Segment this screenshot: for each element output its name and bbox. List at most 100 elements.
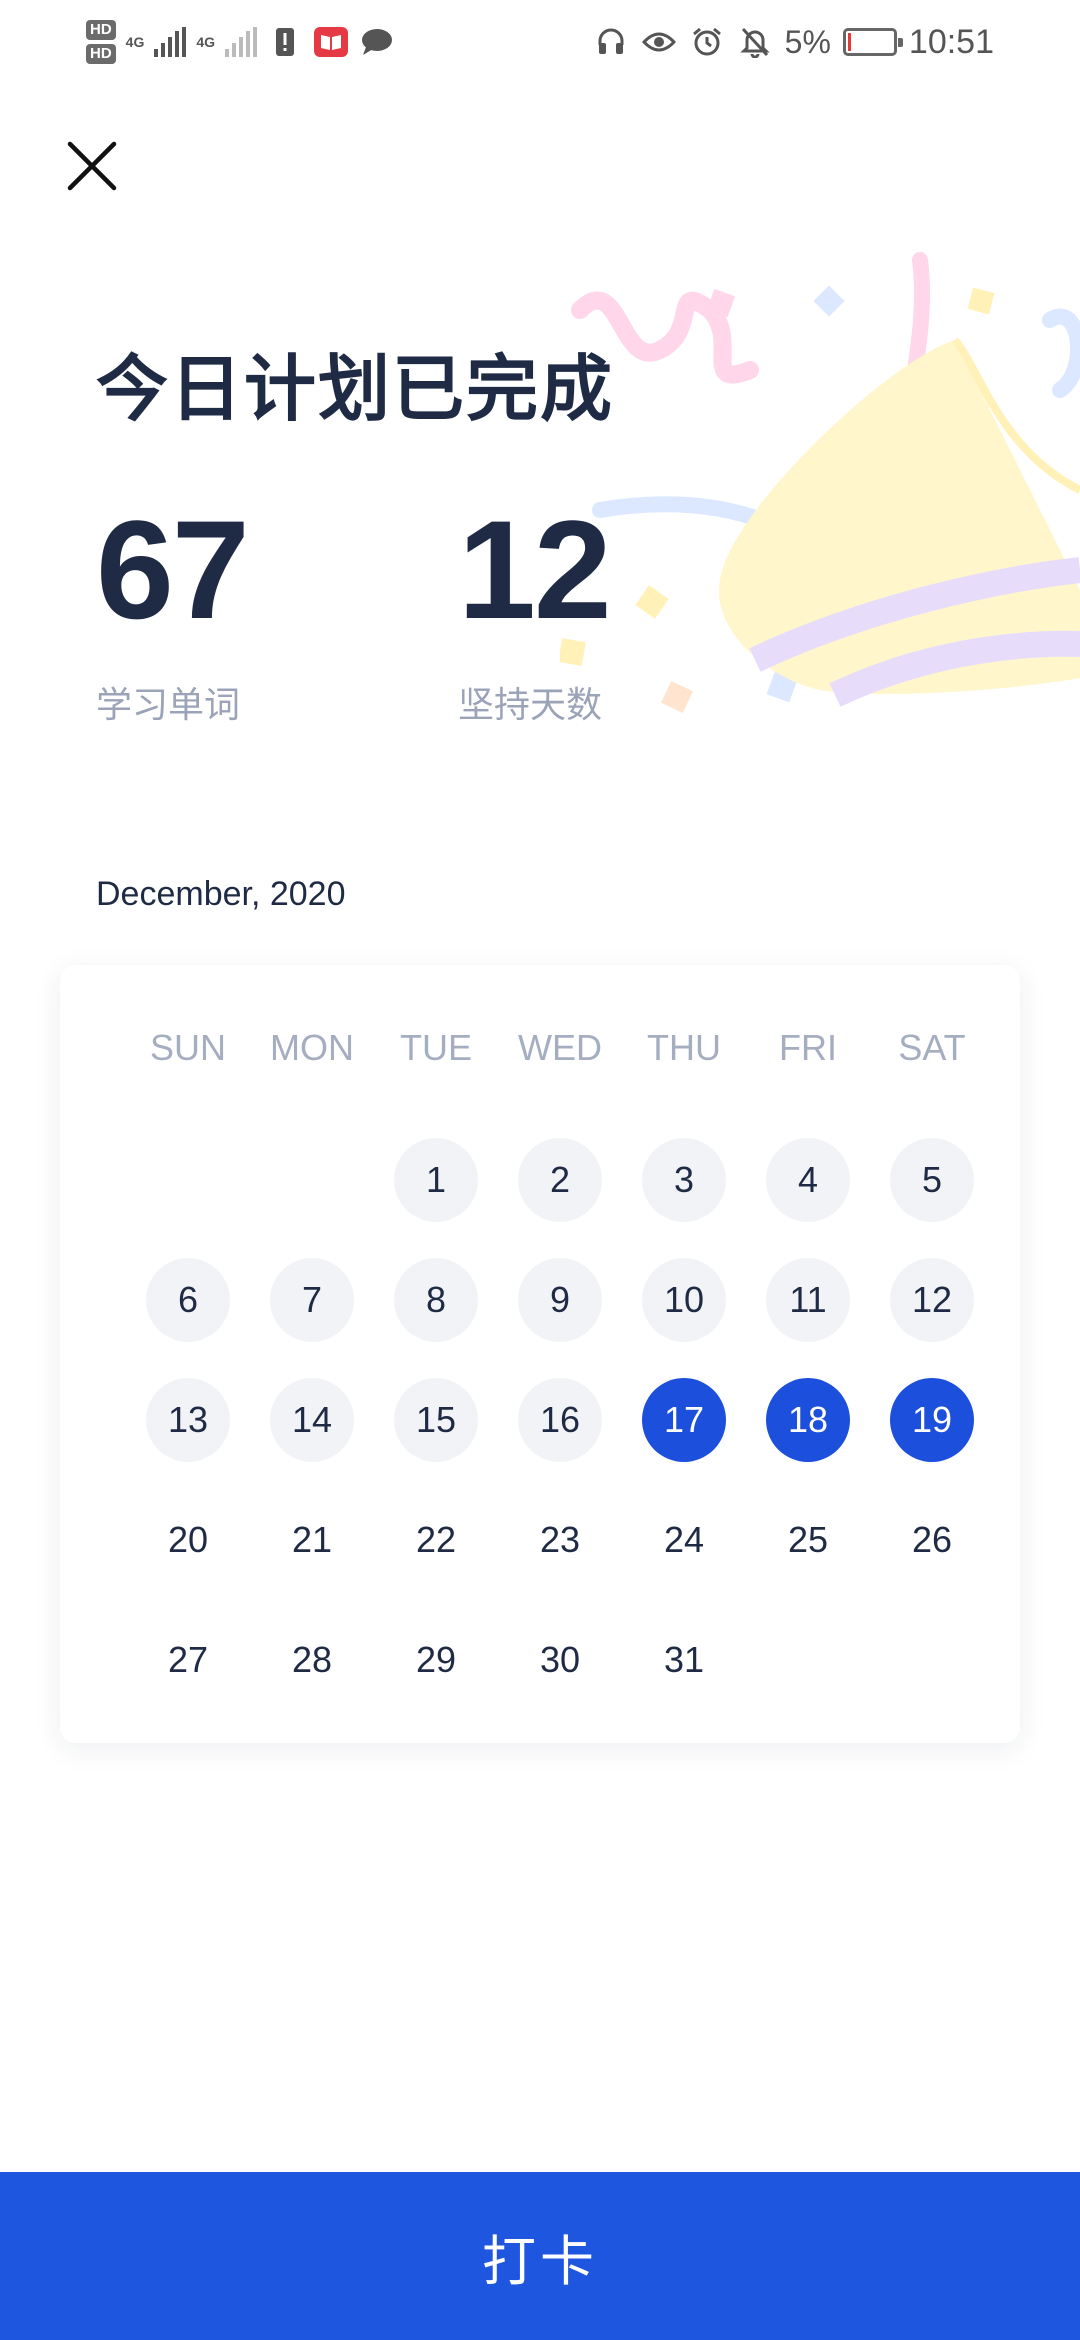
checkin-button[interactable]: 打卡 (0, 2172, 1080, 2340)
calendar-day-30[interactable]: 30 (498, 1600, 622, 1720)
calendar-day-5[interactable]: 5 (870, 1120, 994, 1240)
calendar-day-14[interactable]: 14 (250, 1360, 374, 1480)
weekday-header-row: SUN MON TUE WED THU FRI SAT (126, 1027, 994, 1069)
status-bar: HD HD 4G 4G 5% 10:51 (0, 0, 1080, 84)
weekday-sat: SAT (898, 1027, 966, 1068)
calendar-day-15[interactable]: 15 (374, 1360, 498, 1480)
weekday-mon: MON (270, 1027, 354, 1068)
calendar-day-number: 14 (270, 1378, 354, 1462)
calendar-day-9[interactable]: 9 (498, 1240, 622, 1360)
calendar-day-number: 8 (394, 1258, 478, 1342)
calendar-day-18[interactable]: 18 (746, 1360, 870, 1480)
calendar-day-number: 21 (291, 1519, 333, 1560)
stat-streak-value: 12 (458, 491, 612, 648)
warning-icon (267, 24, 303, 60)
calendar-day-number: 6 (146, 1258, 230, 1342)
signal-strength-icon (154, 27, 187, 57)
calendar-day-number: 26 (911, 1519, 953, 1560)
calendar-day-31[interactable]: 31 (622, 1600, 746, 1720)
alarm-icon (689, 24, 725, 60)
eye-icon (641, 24, 677, 60)
weekday-sun: SUN (149, 1027, 226, 1068)
battery-icon (842, 28, 903, 56)
calendar-day-number: 20 (167, 1519, 209, 1560)
calendar-day-number: 23 (539, 1519, 581, 1560)
calendar-day-number: 25 (787, 1519, 829, 1560)
hd-badge-1: HD (86, 20, 116, 40)
calendar-card: SUN MON TUE WED THU FRI SAT 1 2 3 4 5 6 7 8 9 10 11 12 13 1… (60, 965, 1020, 1743)
weekday-fri: FRI (779, 1027, 837, 1068)
battery-percent: 5% (784, 23, 831, 60)
calendar-day-number: 1 (394, 1138, 478, 1222)
calendar-day-1[interactable]: 1 (374, 1120, 498, 1240)
calendar-day-17[interactable]: 17 (622, 1360, 746, 1480)
stat-streak-days: 12 坚持天数 (458, 491, 612, 728)
calendar-day-2[interactable]: 2 (498, 1120, 622, 1240)
weekday-thu: THU (647, 1027, 721, 1068)
close-button[interactable] (62, 136, 122, 196)
calendar-day-number: 2 (518, 1138, 602, 1222)
calendar-day-number: 16 (518, 1378, 602, 1462)
status-bar-right: 5% 10:51 (593, 12, 994, 72)
calendar-day-number: 30 (539, 1639, 581, 1680)
calendar-blank-cell (250, 1120, 374, 1240)
calendar-day-21[interactable]: 21 (250, 1480, 374, 1600)
calendar-blank-cell (126, 1120, 250, 1240)
calendar-day-28[interactable]: 28 (250, 1600, 374, 1720)
stat-words-learned: 67 学习单词 (96, 491, 250, 728)
calendar-day-13[interactable]: 13 (126, 1360, 250, 1480)
calendar-day-number: 4 (766, 1138, 850, 1222)
network-type-2: 4G (196, 34, 216, 50)
calendar-day-16[interactable]: 16 (498, 1360, 622, 1480)
month-label: December, 2020 (96, 875, 346, 913)
calendar-day-number: 18 (766, 1378, 850, 1462)
stat-words-value: 67 (96, 491, 250, 648)
hd-badge-2: HD (86, 44, 116, 64)
calendar-day-number: 5 (890, 1138, 974, 1222)
calendar-day-number: 3 (642, 1138, 726, 1222)
calendar-day-10[interactable]: 10 (622, 1240, 746, 1360)
status-bar-left: HD HD 4G 4G (86, 12, 395, 72)
stat-words-label: 学习单词 (96, 684, 241, 725)
calendar-day-6[interactable]: 6 (126, 1240, 250, 1360)
calendar-day-7[interactable]: 7 (250, 1240, 374, 1360)
calendar-day-number: 10 (642, 1258, 726, 1342)
calendar-day-12[interactable]: 12 (870, 1240, 994, 1360)
weekday-tue: TUE (400, 1027, 472, 1068)
calendar-day-number: 9 (518, 1258, 602, 1342)
book-app-icon (313, 24, 349, 60)
calendar-day-25[interactable]: 25 (746, 1480, 870, 1600)
page-title: 今日计划已完成 (96, 350, 615, 430)
calendar-day-number: 17 (642, 1378, 726, 1462)
calendar-day-20[interactable]: 20 (126, 1480, 250, 1600)
calendar-day-number: 31 (663, 1639, 705, 1680)
calendar-day-26[interactable]: 26 (870, 1480, 994, 1600)
weekday-wed: WED (518, 1027, 602, 1068)
calendar-day-4[interactable]: 4 (746, 1120, 870, 1240)
calendar-day-number: 13 (146, 1378, 230, 1462)
calendar-day-number: 27 (167, 1639, 209, 1680)
calendar-day-number: 15 (394, 1378, 478, 1462)
calendar-day-number: 28 (291, 1639, 333, 1680)
calendar-day-number: 24 (663, 1519, 705, 1560)
calendar-day-22[interactable]: 22 (374, 1480, 498, 1600)
chat-icon (359, 24, 395, 60)
party-popper-illustration (560, 252, 1080, 713)
calendar-day-11[interactable]: 11 (746, 1240, 870, 1360)
calendar-day-23[interactable]: 23 (498, 1480, 622, 1600)
hd-indicators: HD HD (86, 20, 116, 64)
stat-streak-label: 坚持天数 (458, 684, 603, 725)
headset-icon (593, 24, 629, 60)
calendar-day-number: 7 (270, 1258, 354, 1342)
signal-strength-2-icon (225, 27, 258, 57)
calendar-day-number: 11 (766, 1258, 850, 1342)
calendar-day-8[interactable]: 8 (374, 1240, 498, 1360)
calendar-day-19[interactable]: 19 (870, 1360, 994, 1480)
mute-bell-icon (737, 24, 773, 60)
calendar-day-27[interactable]: 27 (126, 1600, 250, 1720)
calendar-day-3[interactable]: 3 (622, 1120, 746, 1240)
calendar-day-24[interactable]: 24 (622, 1480, 746, 1600)
calendar-day-29[interactable]: 29 (374, 1600, 498, 1720)
status-time: 10:51 (908, 22, 994, 61)
calendar-day-number: 19 (890, 1378, 974, 1462)
